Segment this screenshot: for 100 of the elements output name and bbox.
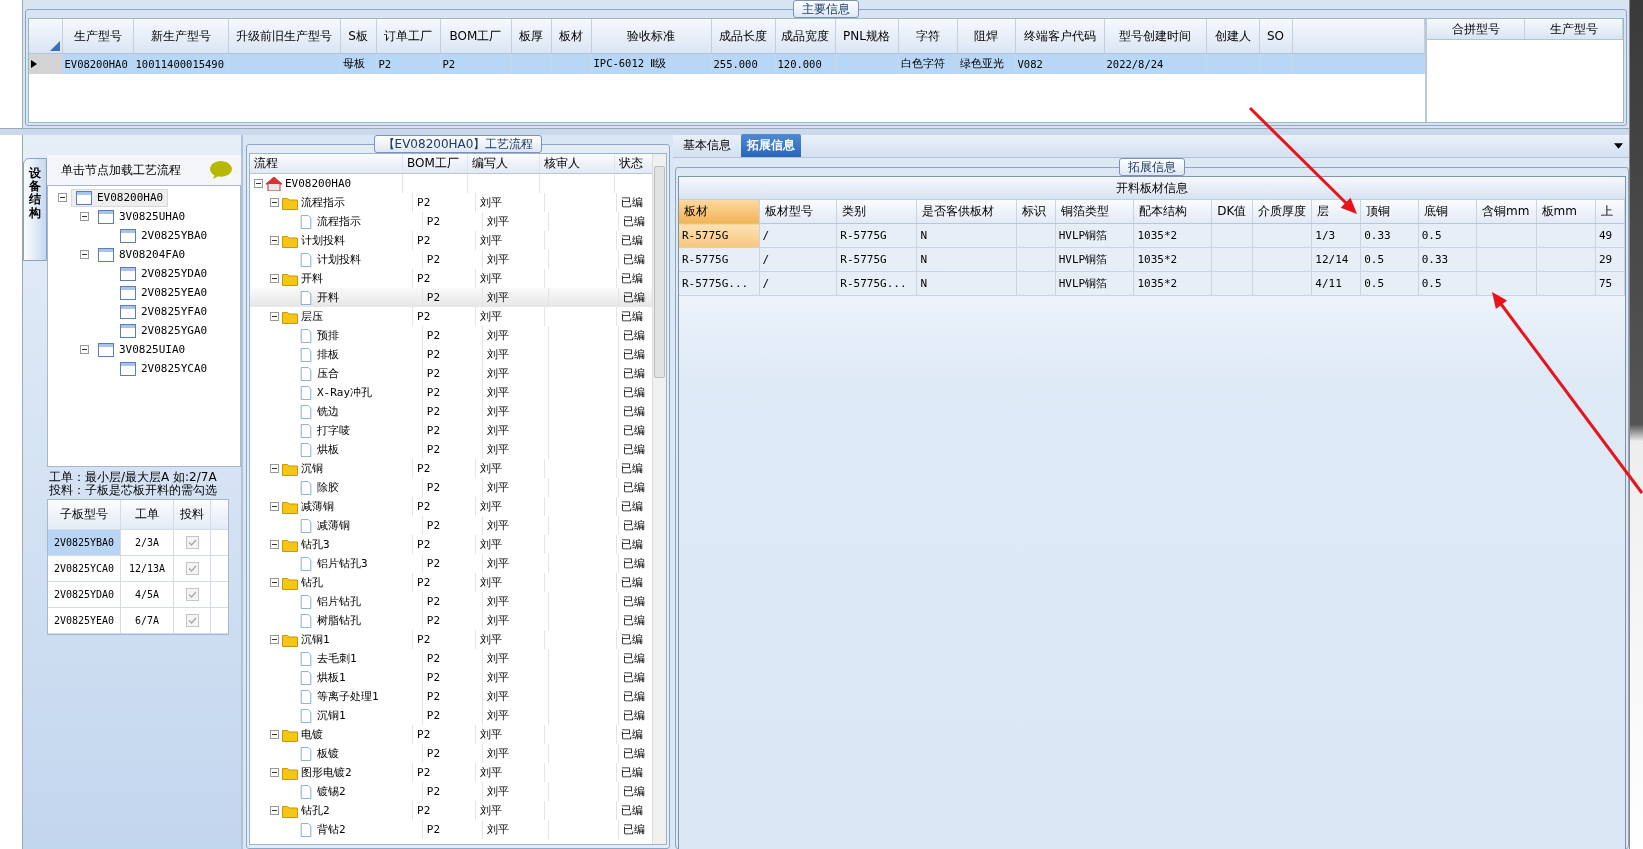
collapse-icon[interactable]: [80, 212, 89, 221]
tree-node[interactable]: 2V0825YCA0: [115, 359, 213, 378]
collapse-icon[interactable]: [80, 345, 89, 354]
column-header[interactable]: 工单: [121, 500, 174, 529]
tree-node[interactable]: 开料: [301, 271, 323, 286]
tree-node[interactable]: EV08200HA0: [71, 188, 169, 207]
table-cell: IPC-6012 Ⅱ级: [593, 57, 667, 69]
caret-icon[interactable]: [1614, 143, 1623, 149]
tree-node[interactable]: 背钻2: [317, 822, 346, 837]
collapse-icon[interactable]: [270, 464, 279, 473]
tab[interactable]: 基本信息: [677, 134, 737, 157]
column-header[interactable]: 子板型号: [48, 500, 121, 529]
tree-node[interactable]: 树脂钻孔: [317, 613, 361, 628]
column-header[interactable]: 层: [1317, 204, 1330, 218]
tree-node[interactable]: 3V0825UHA0: [93, 207, 191, 226]
column-header[interactable]: 板厚: [511, 19, 551, 54]
tree-node[interactable]: 2V0825YFA0: [115, 302, 213, 321]
tree-node[interactable]: 铝片钻孔3: [317, 556, 368, 571]
tree-node[interactable]: 沉铜: [301, 461, 323, 476]
tree-node[interactable]: 电镀: [301, 727, 323, 742]
column-header[interactable]: 生产型号: [1525, 19, 1623, 39]
column-header[interactable]: 新生产型号: [133, 19, 228, 54]
column-header[interactable]: 类别: [842, 204, 867, 218]
tree-node[interactable]: 压合: [317, 366, 339, 381]
tree-node[interactable]: 计划投料: [317, 252, 361, 267]
tree-node[interactable]: 沉铜1: [301, 632, 330, 647]
tree-node[interactable]: 去毛刺1: [317, 651, 357, 666]
tree-node[interactable]: 烘板1: [317, 670, 346, 685]
tree-node[interactable]: 2V0825YDA0: [115, 264, 213, 283]
tree-node[interactable]: 2V0825YEA0: [115, 283, 213, 302]
column-header[interactable]: 编写人: [468, 154, 540, 173]
tree-node[interactable]: 8V08204FA0: [93, 245, 191, 264]
collapse-icon[interactable]: [270, 768, 279, 777]
column-header[interactable]: 终端客户代码: [1015, 19, 1104, 54]
tree-node[interactable]: 减薄铜: [317, 518, 350, 533]
tab[interactable]: 拓展信息: [741, 134, 801, 157]
column-header[interactable]: 状态: [615, 154, 651, 173]
tree-node[interactable]: EV08200HA0: [285, 177, 352, 190]
column-header[interactable]: 板材: [551, 19, 591, 54]
tree-node[interactable]: 计划投料: [301, 233, 345, 248]
tree-node[interactable]: 2V0825YBA0: [115, 226, 213, 245]
column-header[interactable]: 字符: [898, 19, 957, 54]
collapse-icon[interactable]: [270, 198, 279, 207]
tree-node[interactable]: 烘板: [317, 442, 339, 457]
column-header[interactable]: 订单工厂: [376, 19, 440, 54]
collapse-icon[interactable]: [270, 312, 279, 321]
column-header[interactable]: S板: [340, 19, 376, 54]
tree-node[interactable]: 铝片钻孔: [317, 594, 361, 609]
column-header[interactable]: 阻焊: [957, 19, 1015, 54]
column-header[interactable]: BOM工厂: [440, 19, 511, 54]
tree-node[interactable]: 减薄铜: [301, 499, 334, 514]
tree-node[interactable]: 开料: [317, 290, 339, 305]
column-header[interactable]: 合拼型号: [1427, 19, 1525, 39]
collapse-icon[interactable]: [80, 250, 89, 259]
tree-node[interactable]: X-Ray冲孔: [317, 385, 373, 400]
collapse-icon[interactable]: [270, 236, 279, 245]
column-header[interactable]: 核审人: [540, 154, 615, 173]
tree-node[interactable]: 等离子处理1: [317, 689, 379, 704]
column-header[interactable]: 型号创建时间: [1104, 19, 1206, 54]
column-header[interactable]: 验收标准: [591, 19, 711, 54]
tree-node[interactable]: 铣边: [317, 404, 339, 419]
tree-node[interactable]: 图形电镀2: [301, 765, 352, 780]
tree-node[interactable]: 钻孔3: [301, 537, 330, 552]
tree-node[interactable]: 钻孔: [301, 575, 323, 590]
column-header[interactable]: 成品长度: [711, 19, 775, 54]
tree-node[interactable]: 钻孔2: [301, 803, 330, 818]
collapse-icon[interactable]: [270, 730, 279, 739]
tree-node[interactable]: 排板: [317, 347, 339, 362]
tree-node[interactable]: 板镀: [317, 746, 339, 761]
column-header[interactable]: 投料: [174, 500, 211, 529]
collapse-icon[interactable]: [270, 806, 279, 815]
column-header[interactable]: 升级前旧生产型号: [228, 19, 340, 54]
column-header[interactable]: 流程: [250, 154, 403, 173]
tree-node[interactable]: 沉铜1: [317, 708, 346, 723]
tree-node[interactable]: 流程指示: [317, 214, 361, 229]
tree-node[interactable]: 2V0825YGA0: [115, 321, 213, 340]
collapse-icon[interactable]: [270, 635, 279, 644]
tree-node[interactable]: 3V0825UIA0: [93, 340, 191, 359]
tree-node[interactable]: 打字唛: [317, 423, 350, 438]
column-header[interactable]: SO: [1259, 19, 1292, 54]
column-header[interactable]: BOM工厂: [403, 154, 468, 173]
tree-node[interactable]: 流程指示: [301, 195, 345, 210]
collapse-icon[interactable]: [270, 578, 279, 587]
tree-node[interactable]: 镀锡2: [317, 784, 346, 799]
collapse-icon[interactable]: [254, 179, 263, 188]
side-tab[interactable]: 设备结构: [23, 158, 47, 261]
collapse-icon[interactable]: [270, 540, 279, 549]
column-header[interactable]: 创建人: [1206, 19, 1259, 54]
tree-node[interactable]: 层压: [301, 309, 323, 324]
collapse-icon[interactable]: [270, 502, 279, 511]
tree-node[interactable]: 预排: [317, 328, 339, 343]
collapse-icon[interactable]: [270, 274, 279, 283]
column-header[interactable]: PNL规格: [835, 19, 898, 54]
column-header[interactable]: 生产型号: [62, 19, 133, 54]
table-cell: P2: [417, 538, 431, 551]
collapse-icon[interactable]: [58, 193, 67, 202]
tree-node[interactable]: 除胶: [317, 480, 339, 495]
column-header[interactable]: 成品宽度: [775, 19, 835, 54]
scrollbar[interactable]: [652, 154, 666, 844]
column-header[interactable]: 板材: [684, 204, 708, 218]
